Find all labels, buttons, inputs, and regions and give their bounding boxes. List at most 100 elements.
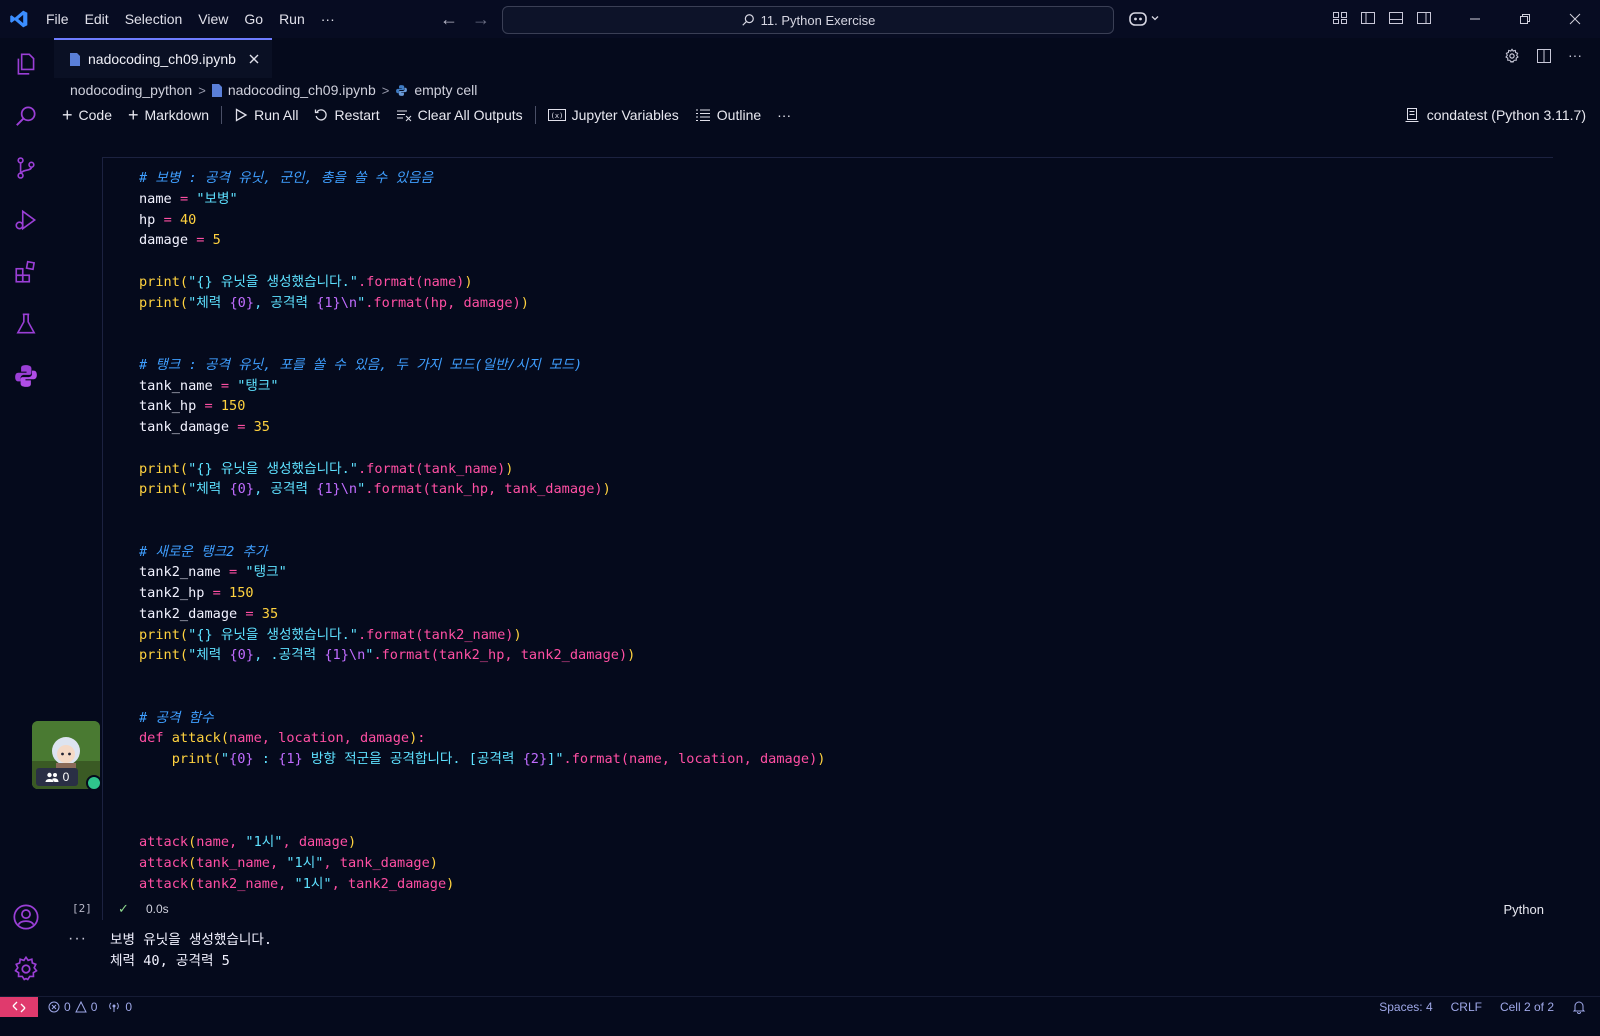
kernel-label: condatest (Python 3.11.7): [1426, 107, 1586, 123]
menu-more[interactable]: ···: [313, 0, 343, 38]
command-center-text: 11. Python Exercise: [760, 12, 876, 28]
search-view-icon[interactable]: [12, 102, 40, 130]
run-debug-icon[interactable]: [12, 206, 40, 234]
cell-output: 보병 유닛을 생성했습니다. 체력 40, 공격력 5: [110, 930, 272, 972]
add-code-label: Code: [78, 107, 112, 123]
testing-flask-icon[interactable]: [12, 310, 40, 338]
settings-gear-icon[interactable]: [12, 955, 40, 983]
close-tab-icon[interactable]: [248, 53, 260, 65]
customize-layout-icon[interactable]: [1332, 10, 1348, 26]
code-editor[interactable]: # 보병 : 공격 유닛, 군인, 총을 쏠 수 있음음 name = "보병"…: [139, 168, 825, 894]
source-control-icon[interactable]: [12, 154, 40, 182]
kernel-server-icon: [1405, 108, 1419, 122]
close-icon: [1569, 13, 1581, 25]
code-string: "보병": [196, 190, 238, 207]
code-string: :: [253, 751, 279, 767]
menu-file[interactable]: File: [38, 0, 77, 38]
toggle-secondary-sidebar-icon[interactable]: [1416, 10, 1432, 26]
toggle-panel-icon[interactable]: [1388, 10, 1404, 26]
variables-icon: (x): [547, 109, 566, 121]
breadcrumb-folder[interactable]: nodocoding_python: [70, 82, 192, 98]
cell-language-picker[interactable]: Python: [1504, 902, 1544, 917]
notebook-settings-gear-icon[interactable]: [1504, 48, 1520, 64]
breadcrumb: nodocoding_python > nadocoding_ch09.ipyn…: [70, 80, 477, 100]
menu-selection[interactable]: Selection: [117, 0, 191, 38]
code-number: 35: [253, 419, 270, 435]
forward-arrow-icon[interactable]: →: [472, 9, 490, 30]
output-more-icon[interactable]: ···: [68, 930, 87, 948]
status-bar-right: Spaces: 4 CRLF Cell 2 of 2: [1379, 997, 1586, 1017]
toolbar-more-button[interactable]: ···: [777, 107, 791, 123]
code-cell[interactable]: # 보병 : 공격 유닛, 군인, 총을 쏠 수 있음음 name = "보병"…: [102, 157, 1553, 920]
outline-list-icon: [695, 109, 710, 121]
run-all-button[interactable]: Run All: [234, 107, 298, 123]
indentation-indicator[interactable]: Spaces: 4: [1379, 1000, 1432, 1014]
problems-indicator[interactable]: 0 0: [48, 1000, 97, 1014]
menu-go[interactable]: Go: [236, 0, 271, 38]
tab-notebook[interactable]: nadocoding_ch09.ipynb: [54, 38, 272, 78]
clear-all-outputs-button[interactable]: Clear All Outputs: [396, 107, 523, 123]
output-line: 체력 40, 공격력 5: [110, 953, 230, 969]
code-string: "{} 유닛을 생성했습니다.": [188, 626, 358, 643]
back-arrow-icon[interactable]: ←: [440, 9, 458, 30]
code-string: "1시": [294, 875, 332, 892]
kernel-picker[interactable]: condatest (Python 3.11.7): [1405, 103, 1586, 127]
code-string: "체력: [188, 647, 230, 664]
close-window-button[interactable]: [1550, 0, 1600, 38]
broadcast-icon: [109, 1002, 120, 1012]
menu-bar: File Edit Selection View Go Run ···: [38, 0, 343, 38]
restart-icon: [315, 109, 328, 121]
window-controls: [1450, 0, 1600, 38]
breadcrumb-cell[interactable]: empty cell: [414, 82, 477, 98]
chevron-right-icon: >: [198, 82, 206, 98]
editor-actions: ···: [1504, 48, 1582, 64]
minimize-button[interactable]: [1450, 0, 1500, 38]
add-code-cell-button[interactable]: + Code: [62, 106, 112, 124]
more-actions-icon[interactable]: ···: [1568, 48, 1582, 64]
extensions-icon[interactable]: [12, 258, 40, 286]
chevron-down-icon: [1151, 16, 1159, 21]
warning-icon: [74, 1001, 87, 1013]
copilot-icon: [1129, 12, 1147, 26]
menu-view[interactable]: View: [190, 0, 236, 38]
toggle-primary-sidebar-icon[interactable]: [1360, 10, 1376, 26]
tab-label: nadocoding_ch09.ipynb: [88, 51, 236, 67]
copilot-button[interactable]: [1128, 9, 1160, 27]
restore-button[interactable]: [1500, 0, 1550, 38]
code-string: ": [220, 751, 230, 767]
split-editor-icon[interactable]: [1536, 48, 1552, 64]
command-center-search[interactable]: 11. Python Exercise: [502, 6, 1114, 34]
menu-edit[interactable]: Edit: [77, 0, 117, 38]
python-icon[interactable]: [12, 362, 40, 390]
code-string: "체력: [188, 294, 230, 311]
cell-position-indicator[interactable]: Cell 2 of 2: [1500, 1000, 1554, 1014]
code-string: "체력: [188, 481, 230, 498]
title-bar: File Edit Selection View Go Run ··· ← → …: [0, 0, 1600, 38]
remote-indicator-button[interactable]: [0, 997, 38, 1017]
eol-indicator[interactable]: CRLF: [1451, 1000, 1482, 1014]
layout-controls: [1332, 10, 1432, 26]
add-markdown-cell-button[interactable]: + Markdown: [128, 106, 209, 124]
chevron-right-icon: >: [381, 82, 390, 98]
activity-bar: [0, 38, 52, 1016]
outline-button[interactable]: Outline: [695, 107, 761, 123]
notebook-toolbar: + Code + Markdown Run All Restart Clear …: [62, 103, 807, 127]
code-string: "1시": [245, 834, 283, 850]
explorer-icon[interactable]: [12, 50, 40, 78]
toolbar-divider: [221, 106, 223, 124]
code-comment: # 탱크 : 공격 유닛, 포를 쏠 수 있음, 두 가지 모드(일반/시지 모…: [139, 356, 583, 373]
restart-button[interactable]: Restart: [314, 107, 380, 123]
code-string: "{} 유닛을 생성했습니다.": [188, 460, 358, 477]
add-markdown-label: Markdown: [144, 107, 210, 123]
online-status-dot: [86, 775, 102, 791]
accounts-icon[interactable]: [12, 903, 40, 931]
breadcrumb-file[interactable]: nadocoding_ch09.ipynb: [228, 82, 376, 98]
status-bar: 0 0 0 Spaces: 4 CRLF Cell 2 of 2: [0, 996, 1600, 1017]
menu-run[interactable]: Run: [271, 0, 313, 38]
code-number: 5: [212, 232, 221, 249]
ports-indicator[interactable]: 0: [107, 1000, 132, 1014]
minimize-icon: [1470, 18, 1480, 20]
notifications-bell-icon[interactable]: [1572, 1000, 1586, 1014]
jupyter-variables-button[interactable]: (x) Jupyter Variables: [547, 107, 679, 123]
more-icon: ···: [777, 107, 792, 123]
